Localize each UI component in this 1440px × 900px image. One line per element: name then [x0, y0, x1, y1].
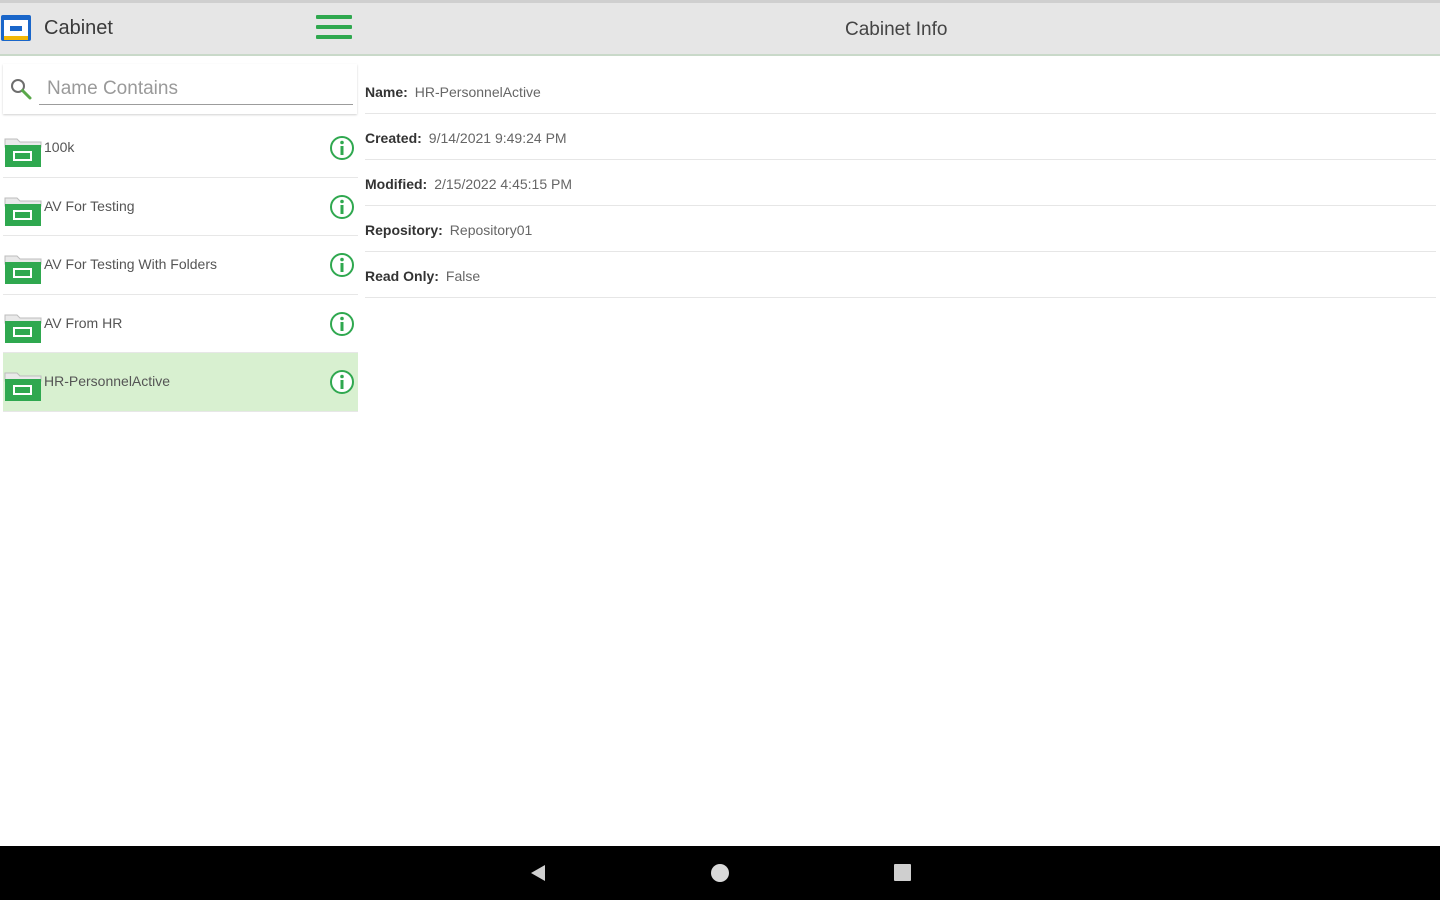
- list-item-selected[interactable]: HR-PersonnelActive: [3, 353, 358, 412]
- cabinet-name: HR-PersonnelActive: [44, 373, 171, 389]
- created-value: 9/14/2021 9:49:24 PM: [428, 129, 567, 146]
- info-icon[interactable]: [329, 135, 355, 161]
- cabinet-name: AV For Testing: [44, 197, 135, 214]
- name-label: Name:: [365, 83, 408, 100]
- modified-field: Modified: 2/15/2022 4:45:15 PM: [365, 160, 1436, 206]
- folder-icon: [4, 138, 42, 167]
- hamburger-menu-icon[interactable]: [316, 15, 352, 45]
- read-only-label: Read Only:: [365, 267, 439, 284]
- cabinet-app-icon: [1, 15, 31, 41]
- search-icon: [11, 79, 32, 100]
- name-value: HR-PersonnelActive: [414, 83, 541, 100]
- created-field: Created: 9/14/2021 9:49:24 PM: [365, 114, 1436, 160]
- modified-value: 2/15/2022 4:45:15 PM: [434, 175, 572, 192]
- home-circle-icon[interactable]: [711, 864, 729, 882]
- list-item[interactable]: AV From HR: [3, 295, 358, 353]
- repository-label: Repository:: [365, 221, 443, 238]
- created-label: Created:: [365, 129, 422, 146]
- cabinet-name: 100k: [44, 139, 75, 155]
- list-item[interactable]: AV For Testing: [3, 178, 358, 236]
- folder-icon: [4, 255, 42, 284]
- read-only-value: False: [445, 267, 481, 284]
- cabinet-name: AV For Testing With Folders: [44, 256, 217, 272]
- info-icon[interactable]: [329, 311, 355, 337]
- read-only-field: Read Only: False: [365, 252, 1436, 298]
- detail-pane-title: Cabinet Info: [845, 19, 948, 40]
- info-icon[interactable]: [329, 252, 355, 278]
- system-navigation-bar: [0, 846, 1440, 900]
- folder-icon: [4, 197, 42, 226]
- repository-value: Repository01: [449, 221, 533, 238]
- search-box: [3, 64, 357, 114]
- cabinet-list: 100k AV For Testing AV For Testing With …: [3, 119, 358, 412]
- modified-label: Modified:: [365, 175, 428, 192]
- app-title: Cabinet: [44, 17, 113, 39]
- recents-square-icon[interactable]: [894, 864, 911, 881]
- search-input[interactable]: [39, 73, 353, 105]
- top-app-bar: Cabinet Cabinet Info: [0, 0, 1440, 56]
- info-icon[interactable]: [329, 194, 355, 220]
- list-item[interactable]: AV For Testing With Folders: [3, 236, 358, 295]
- back-triangle-icon[interactable]: [529, 864, 547, 882]
- cabinet-list-pane: 100k AV For Testing: [0, 56, 360, 846]
- info-icon[interactable]: [329, 369, 355, 395]
- cabinet-name: AV From HR: [44, 314, 123, 331]
- folder-icon: [4, 372, 42, 401]
- repository-field: Repository: Repository01: [365, 206, 1436, 252]
- name-field: Name: HR-PersonnelActive: [365, 68, 1436, 114]
- list-item[interactable]: 100k: [3, 119, 358, 178]
- cabinet-info-pane: Name: HR-PersonnelActive Created: 9/14/2…: [365, 68, 1436, 298]
- folder-icon: [4, 314, 42, 343]
